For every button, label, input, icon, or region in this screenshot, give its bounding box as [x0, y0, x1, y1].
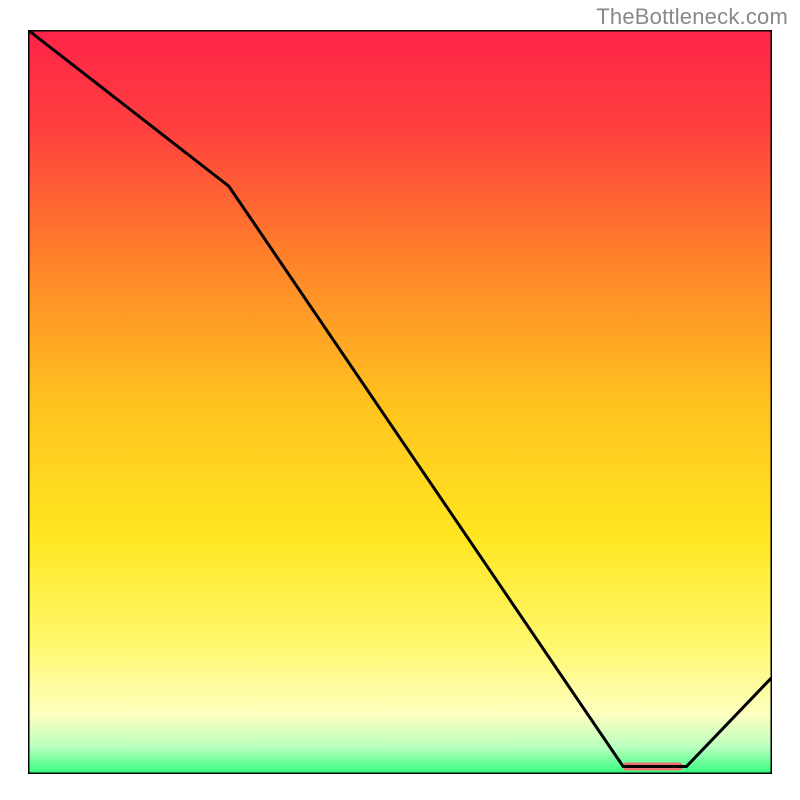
chart-background: [28, 30, 772, 774]
chart-area: [28, 30, 772, 774]
watermark-text: TheBottleneck.com: [596, 4, 788, 30]
chart-svg: [28, 30, 772, 774]
